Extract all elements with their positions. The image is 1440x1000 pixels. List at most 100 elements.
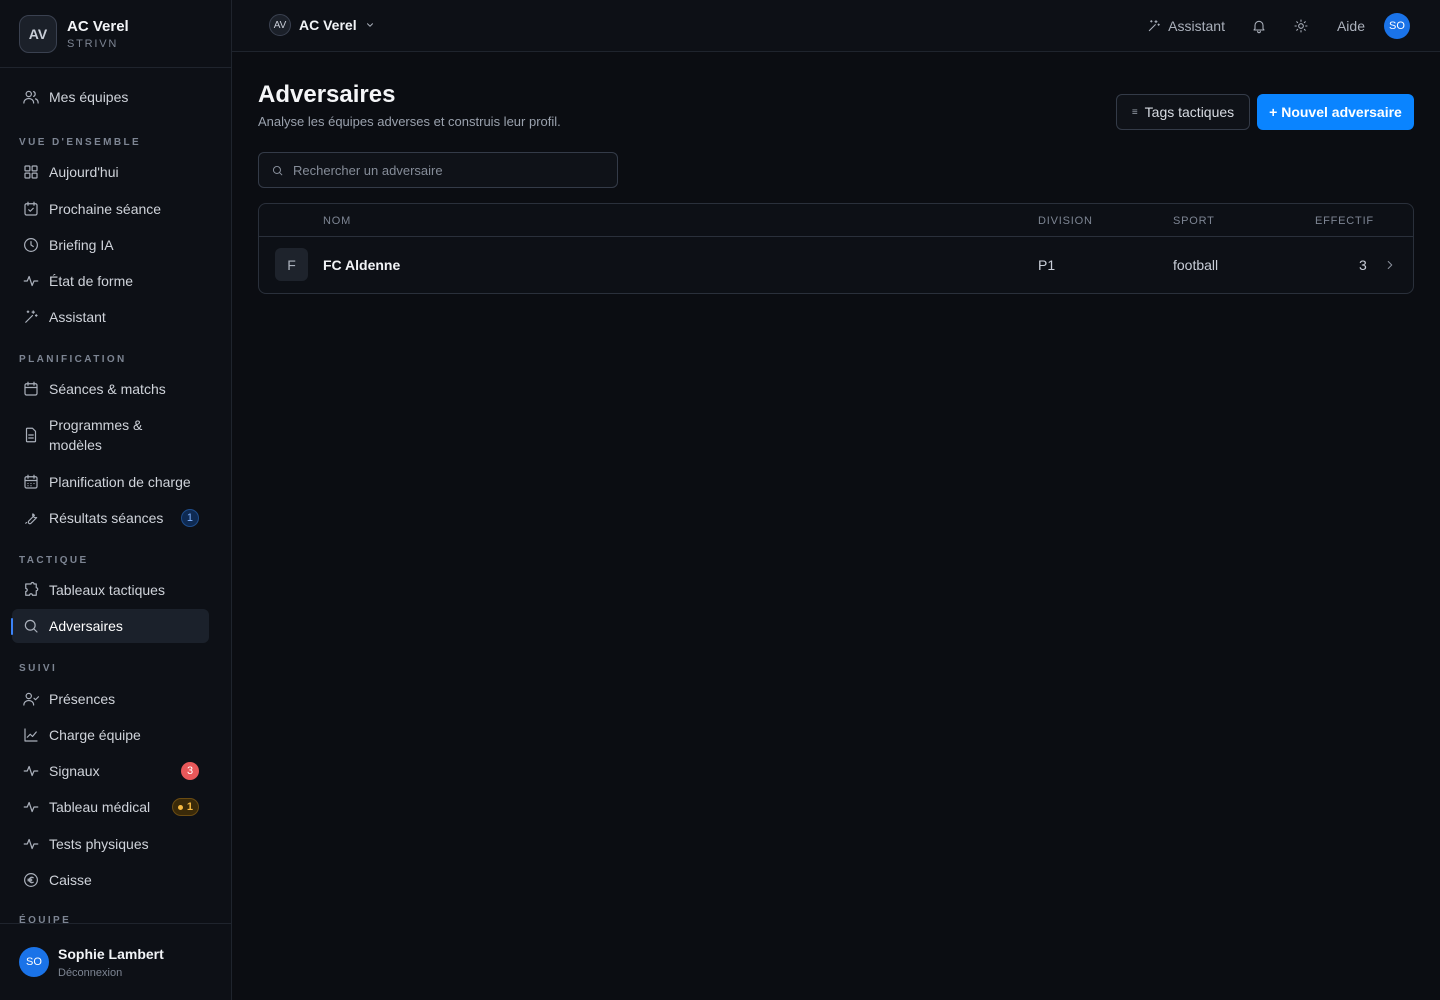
list-icon: ≡ bbox=[1131, 106, 1138, 118]
user-name: Sophie Lambert bbox=[58, 945, 164, 962]
sidebar-item-presences[interactable]: Présences bbox=[12, 682, 209, 716]
org-avatar: AV bbox=[269, 14, 291, 36]
column-header-sport[interactable]: SPORT bbox=[1173, 215, 1215, 227]
bell-icon bbox=[1253, 20, 1265, 34]
sidebar-item-signaux[interactable]: Signaux 3 bbox=[12, 754, 209, 788]
wrench-icon bbox=[22, 509, 40, 527]
sidebar-item-adversaires[interactable]: Adversaires bbox=[11, 609, 209, 643]
assistant-label: Assistant bbox=[1168, 18, 1225, 34]
brand-title: AC Verel bbox=[67, 17, 129, 35]
sidebar-item-label: Planification de charge bbox=[49, 474, 191, 490]
sun-icon bbox=[1294, 19, 1308, 33]
chevron-down-icon bbox=[366, 23, 373, 27]
sidebar-item-label: Caisse bbox=[49, 872, 92, 888]
team-division: P1 bbox=[1038, 257, 1056, 273]
team-effectif: 3 bbox=[1359, 257, 1367, 273]
sidebar-item-label: Tableau médical bbox=[49, 799, 151, 815]
logout-link[interactable]: Déconnexion bbox=[58, 967, 164, 979]
warning-badge-count: 1 bbox=[186, 801, 193, 813]
notifications-button[interactable] bbox=[1251, 18, 1267, 34]
sidebar-item-label: Séances & matchs bbox=[49, 381, 166, 397]
calendar-icon bbox=[22, 380, 40, 398]
sidebar-item-label: Adversaires bbox=[49, 618, 123, 634]
user-profile[interactable]: SO Sophie Lambert Déconnexion bbox=[0, 923, 231, 1000]
opponents-table: NOM DIVISION SPORT EFFECTIF F FC Aldenne… bbox=[258, 203, 1414, 294]
user-check-icon bbox=[22, 690, 40, 708]
brand-subtitle: STRIVN bbox=[67, 37, 119, 50]
section-label-tactique: TACTIQUE bbox=[19, 555, 89, 566]
alert-badge: 3 bbox=[181, 762, 199, 780]
column-header-name[interactable]: NOM bbox=[323, 215, 351, 227]
sidebar-item-planification-charge[interactable]: Planification de charge bbox=[12, 465, 209, 499]
team-name: FC Aldenne bbox=[323, 257, 401, 273]
document-icon bbox=[22, 426, 40, 444]
sidebar-item-mes-equipes[interactable]: Mes équipes bbox=[12, 80, 209, 114]
sidebar-nav: Mes équipes VUE D'ENSEMBLE Aujourd'hui P… bbox=[0, 68, 231, 923]
sidebar-item-aujourdhui[interactable]: Aujourd'hui bbox=[12, 155, 209, 189]
new-opponent-button[interactable]: + Nouvel adversaire bbox=[1257, 94, 1414, 130]
sidebar-item-prochaine-seance[interactable]: Prochaine séance bbox=[12, 192, 209, 226]
team-avatar: F bbox=[275, 248, 308, 281]
sidebar-item-programmes-modeles[interactable]: Programmes & modèles bbox=[12, 413, 209, 457]
sidebar-item-caisse[interactable]: Caisse bbox=[12, 863, 209, 897]
pulse-icon bbox=[22, 762, 40, 780]
puzzle-icon bbox=[22, 581, 40, 599]
avatar: SO bbox=[19, 947, 49, 977]
help-label: Aide bbox=[1336, 18, 1365, 34]
warning-badge: 1 bbox=[171, 798, 199, 816]
sidebar-item-briefing-ia[interactable]: Briefing IA bbox=[12, 228, 209, 262]
sidebar-item-label: Tests physiques bbox=[49, 836, 149, 852]
sidebar-item-label: Charge équipe bbox=[49, 727, 141, 743]
section-label-planification: PLANIFICATION bbox=[19, 354, 127, 365]
dot-icon bbox=[177, 804, 183, 810]
grid-icon bbox=[22, 163, 40, 181]
sidebar-item-etat-de-forme[interactable]: État de forme bbox=[12, 264, 209, 298]
section-label-overview: VUE D'ENSEMBLE bbox=[19, 137, 142, 148]
table-row[interactable]: F FC Aldenne P1 football 3 bbox=[259, 237, 1413, 293]
org-switcher[interactable]: AV AC Verel bbox=[269, 14, 375, 36]
table-header: NOM DIVISION SPORT EFFECTIF bbox=[259, 204, 1413, 237]
sidebar-item-resultats-seances[interactable]: Résultats séances 1 bbox=[12, 501, 209, 535]
line-chart-icon bbox=[22, 726, 40, 744]
chevron-right-icon bbox=[1383, 258, 1397, 272]
sidebar-item-tableau-medical[interactable]: Tableau médical 1 bbox=[12, 790, 209, 824]
sidebar-item-label: État de forme bbox=[49, 273, 134, 289]
avatar[interactable]: SO bbox=[1384, 13, 1410, 39]
sparkle-wand-icon bbox=[22, 308, 40, 326]
tactical-tags-button[interactable]: ≡ Tags tactiques bbox=[1116, 94, 1250, 130]
team-sport: football bbox=[1173, 257, 1219, 273]
sidebar-item-assistant[interactable]: Assistant bbox=[12, 300, 209, 334]
sidebar-item-label: Résultats séances bbox=[49, 510, 164, 526]
help-button[interactable]: Aide bbox=[1337, 18, 1365, 34]
sidebar-item-label: Programmes & modèles bbox=[49, 417, 143, 453]
section-label-equipe: ÉQUIPE bbox=[19, 915, 72, 923]
search-input[interactable] bbox=[293, 162, 613, 178]
pulse-icon bbox=[22, 272, 40, 290]
sidebar-item-tableaux-tactiques[interactable]: Tableaux tactiques bbox=[12, 573, 209, 607]
calendar-check-icon bbox=[22, 200, 40, 218]
top-bar: AV AC Verel Assistant Aide SO bbox=[232, 0, 1440, 52]
search-icon bbox=[272, 165, 283, 175]
pulse-icon bbox=[22, 835, 40, 853]
search-box bbox=[258, 152, 618, 188]
org-name: AC Verel bbox=[299, 17, 357, 33]
page-title: Adversaires bbox=[258, 81, 396, 108]
sidebar-item-label: Mes équipes bbox=[49, 89, 129, 105]
page-subtitle: Analyse les équipes adverses et construi… bbox=[258, 114, 561, 129]
euro-icon bbox=[22, 871, 40, 889]
sidebar-item-seances-matchs[interactable]: Séances & matchs bbox=[12, 372, 209, 406]
sidebar-item-tests-physiques[interactable]: Tests physiques bbox=[12, 827, 209, 861]
tactical-tags-label: Tags tactiques bbox=[1144, 104, 1235, 120]
column-header-division[interactable]: DIVISION bbox=[1038, 215, 1093, 227]
brand-header[interactable]: AV AC Verel STRIVN bbox=[0, 0, 231, 68]
section-label-suivi: SUIVI bbox=[19, 663, 58, 674]
calendar-grid-icon bbox=[22, 473, 40, 491]
column-header-effectif[interactable]: EFFECTIF bbox=[1315, 215, 1374, 227]
search-icon bbox=[22, 617, 40, 635]
assistant-button[interactable]: Assistant bbox=[1146, 18, 1225, 34]
brand-avatar: AV bbox=[19, 14, 57, 53]
theme-toggle-button[interactable] bbox=[1293, 18, 1309, 34]
sidebar-item-charge-equipe[interactable]: Charge équipe bbox=[12, 718, 209, 752]
count-badge: 1 bbox=[180, 509, 199, 527]
pulse-icon bbox=[22, 798, 40, 816]
